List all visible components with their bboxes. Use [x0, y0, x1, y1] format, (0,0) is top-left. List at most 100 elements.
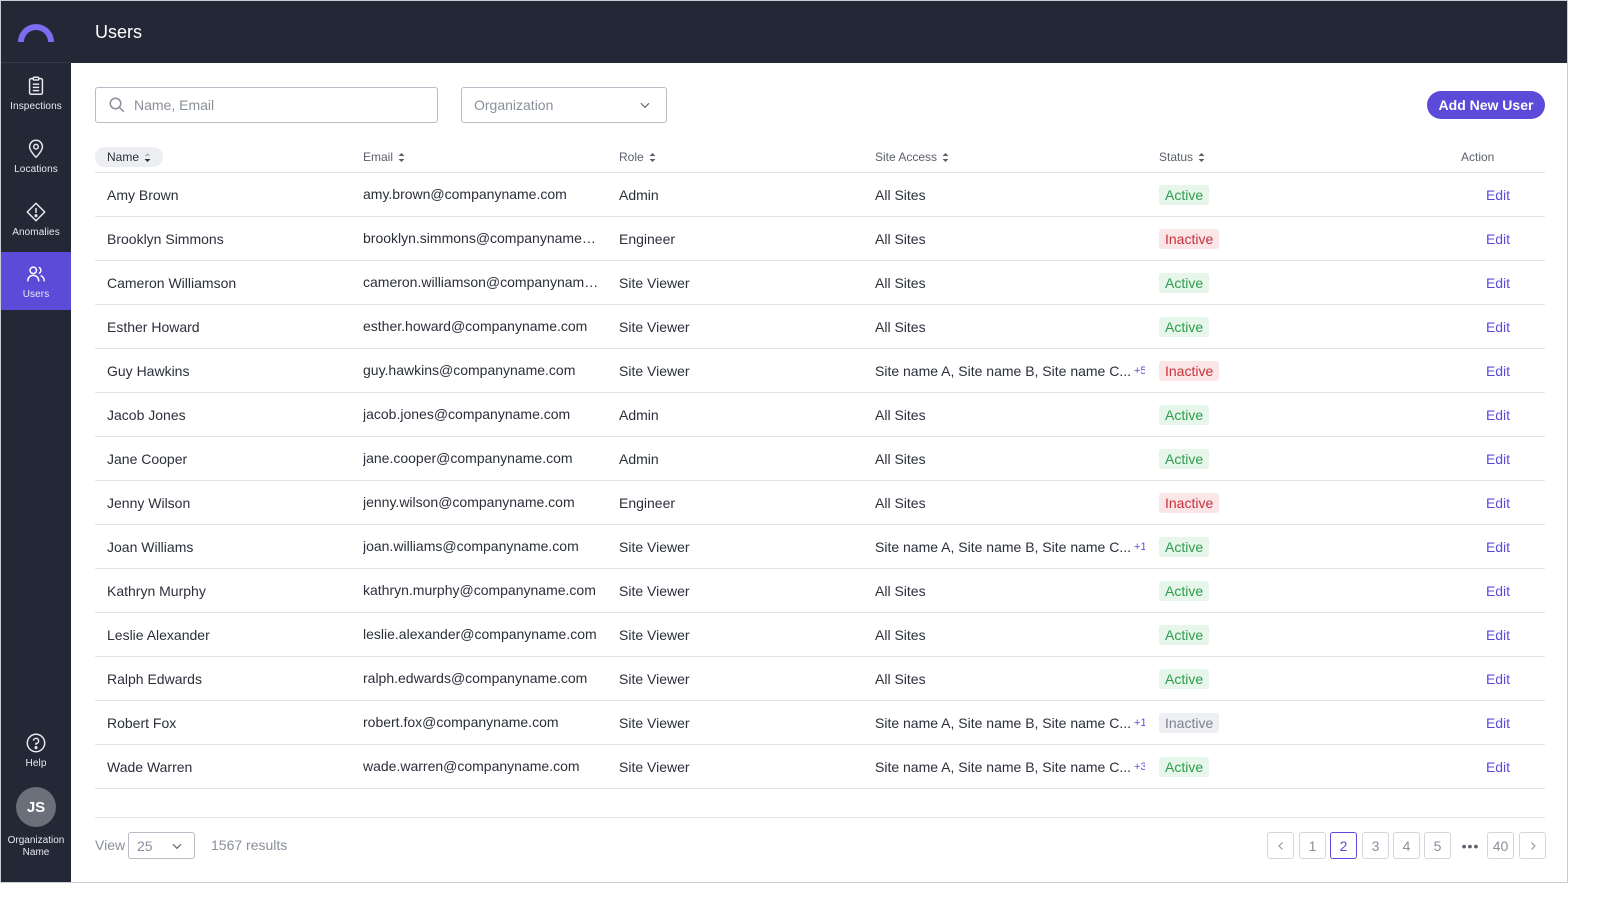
site-access-more-link[interactable]: +10 — [1134, 541, 1145, 553]
site-access: All Sites — [875, 437, 1145, 480]
app-logo[interactable] — [1, 1, 71, 63]
pagination-ellipsis: ••• — [1461, 837, 1480, 854]
table-row: Robert Fox robert.fox@companyname.com Site… — [95, 701, 1545, 745]
edit-link[interactable]: Edit — [1486, 231, 1510, 247]
site-access-more-link[interactable]: +10 — [1134, 717, 1145, 729]
page-size-dropdown[interactable]: 25 — [128, 832, 195, 859]
sort-desc-icon — [144, 152, 151, 162]
edit-link[interactable]: Edit — [1486, 319, 1510, 335]
alert-diamond-icon — [26, 202, 46, 221]
users-table: Name Email Role Site Access Status Actio… — [95, 141, 1545, 789]
edit-link[interactable]: Edit — [1486, 715, 1510, 731]
edit-link[interactable]: Edit — [1486, 495, 1510, 511]
column-header-role[interactable]: Role — [619, 147, 656, 167]
user-name: Ralph Edwards — [107, 670, 202, 687]
edit-link[interactable]: Edit — [1486, 363, 1510, 379]
avatar[interactable]: JS — [16, 787, 56, 827]
action-cell: Edit — [1455, 305, 1541, 348]
edit-link[interactable]: Edit — [1486, 539, 1510, 555]
edit-link[interactable]: Edit — [1486, 759, 1510, 775]
site-access-text: Site name A, Site name B, Site name C... — [875, 758, 1132, 775]
user-role: Engineer — [619, 230, 676, 247]
page-button[interactable]: 3 — [1362, 832, 1389, 859]
page-button-current[interactable]: 2 — [1330, 832, 1357, 859]
user-name: Esther Howard — [107, 318, 200, 335]
page-button[interactable]: 1 — [1299, 832, 1326, 859]
page-button[interactable]: 5 — [1424, 832, 1451, 859]
column-header-email[interactable]: Email — [363, 147, 405, 167]
site-access-text: Site name A, Site name B, Site name C... — [875, 538, 1132, 555]
organization-switcher[interactable]: JS Organization Name — [1, 787, 71, 859]
search-box[interactable] — [95, 87, 438, 123]
prev-page-button[interactable] — [1267, 832, 1294, 859]
status-badge: Inactive — [1159, 228, 1220, 249]
site-access: Site name A, Site name B, Site name C...… — [875, 701, 1145, 744]
edit-link[interactable]: Edit — [1486, 187, 1510, 203]
user-email: brooklyn.simmons@companyname.c... — [363, 230, 599, 246]
page-size-value: 25 — [137, 837, 153, 854]
user-email: jane.cooper@companyname.com — [363, 450, 573, 466]
edit-link[interactable]: Edit — [1486, 407, 1510, 423]
column-header-label: Role — [619, 150, 644, 164]
sidebar-item-inspections[interactable]: Inspections — [1, 64, 71, 122]
sidebar-item-anomalies[interactable]: Anomalies — [1, 190, 71, 248]
site-access: Site name A, Site name B, Site name C...… — [875, 745, 1145, 788]
user-role: Site Viewer — [619, 758, 690, 775]
sidebar-item-label: Locations — [14, 163, 58, 175]
site-access: All Sites — [875, 217, 1145, 260]
site-access: All Sites — [875, 481, 1145, 524]
site-access: All Sites — [875, 393, 1145, 436]
column-header-status[interactable]: Status — [1159, 147, 1205, 167]
site-access-text: All Sites — [875, 318, 926, 335]
edit-link[interactable]: Edit — [1486, 451, 1510, 467]
edit-link[interactable]: Edit — [1486, 583, 1510, 599]
user-email: guy.hawkins@companyname.com — [363, 362, 576, 378]
site-access-text: All Sites — [875, 230, 926, 247]
column-header-site-access[interactable]: Site Access — [875, 147, 949, 167]
user-name: Guy Hawkins — [107, 362, 190, 379]
user-role: Site Viewer — [619, 670, 690, 687]
user-name: Robert Fox — [107, 714, 177, 731]
sidebar-item-locations[interactable]: Locations — [1, 127, 71, 185]
sort-icon — [942, 152, 949, 162]
table-row: Jenny Wilson jenny.wilson@companyname.com… — [95, 481, 1545, 525]
user-name: Joan Williams — [107, 538, 194, 555]
user-name: Wade Warren — [107, 758, 193, 775]
site-access-more-link[interactable]: +3 — [1134, 761, 1145, 773]
table-row: Jane Cooper jane.cooper@companyname.com Ad… — [95, 437, 1545, 481]
user-role: Engineer — [619, 494, 676, 511]
table-row: Kathryn Murphy kathryn.murphy@companyname… — [95, 569, 1545, 613]
user-email: amy.brown@companyname.com — [363, 186, 567, 202]
sort-icon — [1198, 152, 1205, 162]
edit-link[interactable]: Edit — [1486, 627, 1510, 643]
action-cell: Edit — [1455, 745, 1541, 788]
column-header-label: Site Access — [875, 150, 938, 164]
user-name: Jane Cooper — [107, 450, 188, 467]
sort-icon — [398, 152, 405, 162]
sidebar-item-label: Anomalies — [12, 226, 60, 238]
add-new-user-button[interactable]: Add New User — [1427, 91, 1545, 119]
chevron-down-icon — [640, 102, 650, 109]
sidebar-item-users[interactable]: Users — [1, 252, 71, 310]
search-input[interactable] — [134, 97, 414, 113]
site-access-more-link[interactable]: +5 — [1134, 365, 1145, 377]
next-page-button[interactable] — [1519, 832, 1546, 859]
status-cell: Active — [1159, 569, 1279, 612]
organization-dropdown[interactable]: Organization — [461, 87, 667, 123]
column-header-label: Name — [107, 150, 140, 164]
page-button[interactable]: 4 — [1393, 832, 1420, 859]
column-header-name[interactable]: Name — [95, 147, 164, 167]
edit-link[interactable]: Edit — [1486, 275, 1510, 291]
edit-link[interactable]: Edit — [1486, 671, 1510, 687]
page-button-last[interactable]: 40 — [1487, 832, 1514, 859]
page-header: Users — [71, 1, 1567, 63]
view-label: View — [95, 837, 126, 853]
sidebar-item-help[interactable]: Help — [1, 721, 71, 779]
status-badge: Active — [1159, 448, 1210, 469]
chevron-right-icon — [1530, 841, 1536, 850]
status-cell: Inactive — [1159, 701, 1279, 744]
chevron-down-icon — [172, 843, 182, 849]
user-name: Jenny Wilson — [107, 494, 191, 511]
user-role: Site Viewer — [619, 626, 690, 643]
user-email: leslie.alexander@companyname.com — [363, 626, 597, 642]
